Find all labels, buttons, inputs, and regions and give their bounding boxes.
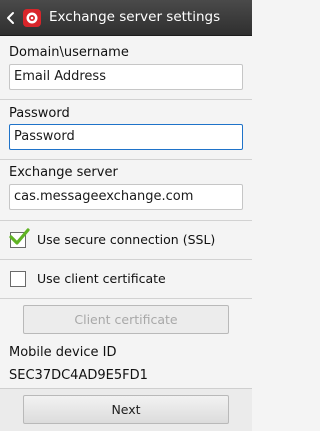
client-certificate-checkbox[interactable]	[10, 271, 26, 287]
exchange-server-field[interactable]: cas.messageexchange.com	[9, 184, 243, 210]
client-certificate-button[interactable]: Client certificate	[23, 305, 229, 334]
exchange-server-label: Exchange server	[9, 165, 118, 180]
password-field[interactable]: Password	[9, 124, 243, 150]
divider	[0, 298, 252, 299]
next-button[interactable]: Next	[23, 395, 229, 424]
mobile-device-id-value: SEC37DC4AD9E5FD1	[9, 368, 148, 383]
password-label: Password	[9, 106, 70, 121]
client-certificate-label: Use client certificate	[37, 271, 166, 286]
secure-connection-option[interactable]: Use secure connection (SSL)	[0, 221, 252, 259]
title-bar: Exchange server settings	[0, 0, 252, 36]
domain-username-label: Domain\username	[9, 45, 129, 60]
checkmark-icon	[9, 228, 30, 245]
divider	[0, 99, 252, 100]
mobile-device-id-label: Mobile device ID	[9, 345, 117, 360]
page-title: Exchange server settings	[49, 9, 221, 25]
secure-connection-label: Use secure connection (SSL)	[37, 232, 216, 247]
divider	[0, 159, 252, 160]
back-chevron-icon[interactable]	[3, 8, 17, 28]
client-certificate-option[interactable]: Use client certificate	[0, 260, 252, 298]
domain-username-field[interactable]: Email Address	[9, 64, 243, 90]
email-app-icon	[23, 9, 41, 27]
